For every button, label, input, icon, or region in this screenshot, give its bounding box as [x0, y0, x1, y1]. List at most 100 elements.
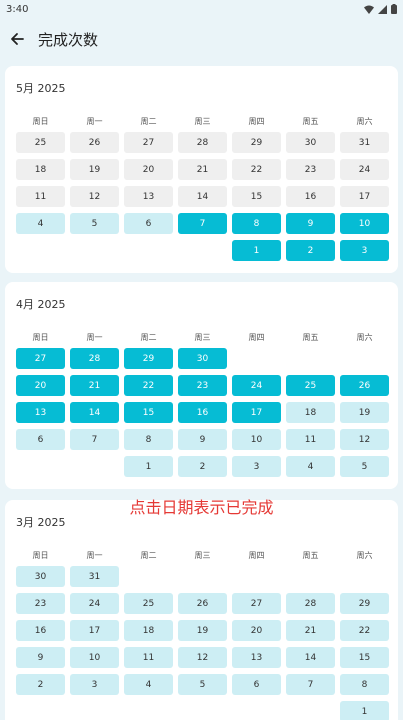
calendar-day[interactable]: 19: [340, 402, 389, 423]
calendar-day[interactable]: 9: [286, 213, 335, 234]
calendar-day[interactable]: 27: [16, 348, 65, 369]
calendar-day[interactable]: 15: [232, 186, 281, 207]
calendar-day[interactable]: 29: [340, 593, 389, 614]
calendar-day[interactable]: 14: [178, 186, 227, 207]
calendar-day[interactable]: 3: [70, 674, 119, 695]
calendar-day[interactable]: 22: [232, 159, 281, 180]
calendar-day[interactable]: 17: [340, 186, 389, 207]
calendar-day[interactable]: 20: [232, 620, 281, 641]
calendar-day[interactable]: 19: [70, 159, 119, 180]
calendar-day[interactable]: 12: [178, 647, 227, 668]
calendar-day[interactable]: 12: [340, 429, 389, 450]
calendar-day[interactable]: 30: [178, 348, 227, 369]
calendar-day[interactable]: 10: [232, 429, 281, 450]
calendar-day[interactable]: 25: [124, 593, 173, 614]
calendar-day[interactable]: 26: [178, 593, 227, 614]
calendar-day[interactable]: 21: [70, 375, 119, 396]
calendar-list[interactable]: 5月 2025 周日 周一 周二 周三 周四 周五 周六 25 26 27 28 29 30 31 18 19 2…: [0, 62, 403, 720]
calendar-day[interactable]: 12: [70, 186, 119, 207]
calendar-day[interactable]: 14: [286, 647, 335, 668]
calendar-day[interactable]: 10: [70, 647, 119, 668]
calendar-day[interactable]: 2: [178, 456, 227, 477]
calendar-day[interactable]: 9: [16, 647, 65, 668]
calendar-day[interactable]: 4: [124, 674, 173, 695]
calendar-day[interactable]: 30: [16, 566, 65, 587]
calendar-day[interactable]: 7: [286, 674, 335, 695]
calendar-day[interactable]: 6: [124, 213, 173, 234]
calendar-day[interactable]: 7: [70, 429, 119, 450]
calendar-day[interactable]: 24: [340, 159, 389, 180]
calendar-day[interactable]: 25: [286, 375, 335, 396]
calendar-day[interactable]: 14: [70, 402, 119, 423]
calendar-day[interactable]: 13: [16, 402, 65, 423]
calendar-day[interactable]: 20: [124, 159, 173, 180]
calendar-day[interactable]: 24: [232, 375, 281, 396]
calendar-day[interactable]: 1: [232, 240, 281, 261]
calendar-day[interactable]: 31: [340, 132, 389, 153]
calendar-day[interactable]: 22: [340, 620, 389, 641]
weekday-label: 周二: [140, 551, 157, 560]
calendar-day[interactable]: 15: [340, 647, 389, 668]
calendar-day[interactable]: 5: [340, 456, 389, 477]
calendar-day[interactable]: 8: [124, 429, 173, 450]
calendar-day[interactable]: 18: [124, 620, 173, 641]
calendar-day[interactable]: 28: [70, 348, 119, 369]
calendar-day[interactable]: 11: [16, 186, 65, 207]
weekday-label: 周五: [302, 551, 319, 560]
calendar-day[interactable]: 4: [286, 456, 335, 477]
calendar-day[interactable]: 18: [286, 402, 335, 423]
calendar-day[interactable]: 18: [16, 159, 65, 180]
back-button[interactable]: [0, 22, 34, 56]
calendar-day[interactable]: 8: [232, 213, 281, 234]
calendar-day[interactable]: 11: [124, 647, 173, 668]
calendar-day[interactable]: 6: [232, 674, 281, 695]
calendar-day[interactable]: 29: [232, 132, 281, 153]
calendar-day[interactable]: 20: [16, 375, 65, 396]
calendar-day[interactable]: 16: [178, 402, 227, 423]
calendar-day[interactable]: 28: [178, 132, 227, 153]
calendar-day[interactable]: 13: [124, 186, 173, 207]
weekday-label: 周一: [86, 117, 103, 126]
calendar-day[interactable]: 5: [178, 674, 227, 695]
calendar-day[interactable]: 23: [178, 375, 227, 396]
calendar-day[interactable]: 21: [178, 159, 227, 180]
calendar-day[interactable]: 5: [70, 213, 119, 234]
calendar-day[interactable]: 1: [340, 701, 389, 720]
calendar-day[interactable]: 29: [124, 348, 173, 369]
calendar-day[interactable]: 23: [286, 159, 335, 180]
hint-overlay-text: 点击日期表示已完成: [129, 498, 274, 517]
calendar-day[interactable]: 1: [124, 456, 173, 477]
calendar-day[interactable]: 11: [286, 429, 335, 450]
calendar-day[interactable]: 16: [16, 620, 65, 641]
calendar-day[interactable]: 3: [340, 240, 389, 261]
calendar-day[interactable]: 27: [124, 132, 173, 153]
calendar-day[interactable]: 17: [70, 620, 119, 641]
weekday-label: 周三: [194, 333, 211, 342]
calendar-day[interactable]: 2: [16, 674, 65, 695]
calendar-day[interactable]: 17: [232, 402, 281, 423]
calendar-day[interactable]: 15: [124, 402, 173, 423]
calendar-day[interactable]: 31: [70, 566, 119, 587]
calendar-day[interactable]: 2: [286, 240, 335, 261]
month-card: 4月 2025 周日 周一 周二 周三 周四 周五 周六 27 28 29 30 20 21 22 23 24 2…: [5, 282, 398, 489]
calendar-day[interactable]: 13: [232, 647, 281, 668]
calendar-day[interactable]: 19: [178, 620, 227, 641]
calendar-day[interactable]: 9: [178, 429, 227, 450]
calendar-day[interactable]: 23: [16, 593, 65, 614]
calendar-day[interactable]: 22: [124, 375, 173, 396]
calendar-day[interactable]: 7: [178, 213, 227, 234]
calendar-day[interactable]: 3: [232, 456, 281, 477]
calendar-day[interactable]: 16: [286, 186, 335, 207]
calendar-day[interactable]: 28: [286, 593, 335, 614]
calendar-day[interactable]: 26: [340, 375, 389, 396]
calendar-day[interactable]: 30: [286, 132, 335, 153]
calendar-day[interactable]: 27: [232, 593, 281, 614]
calendar-day[interactable]: 26: [70, 132, 119, 153]
calendar-day[interactable]: 6: [16, 429, 65, 450]
calendar-day[interactable]: 10: [340, 213, 389, 234]
calendar-day[interactable]: 24: [70, 593, 119, 614]
calendar-day[interactable]: 8: [340, 674, 389, 695]
calendar-day[interactable]: 21: [286, 620, 335, 641]
calendar-day[interactable]: 4: [16, 213, 65, 234]
calendar-day[interactable]: 25: [16, 132, 65, 153]
